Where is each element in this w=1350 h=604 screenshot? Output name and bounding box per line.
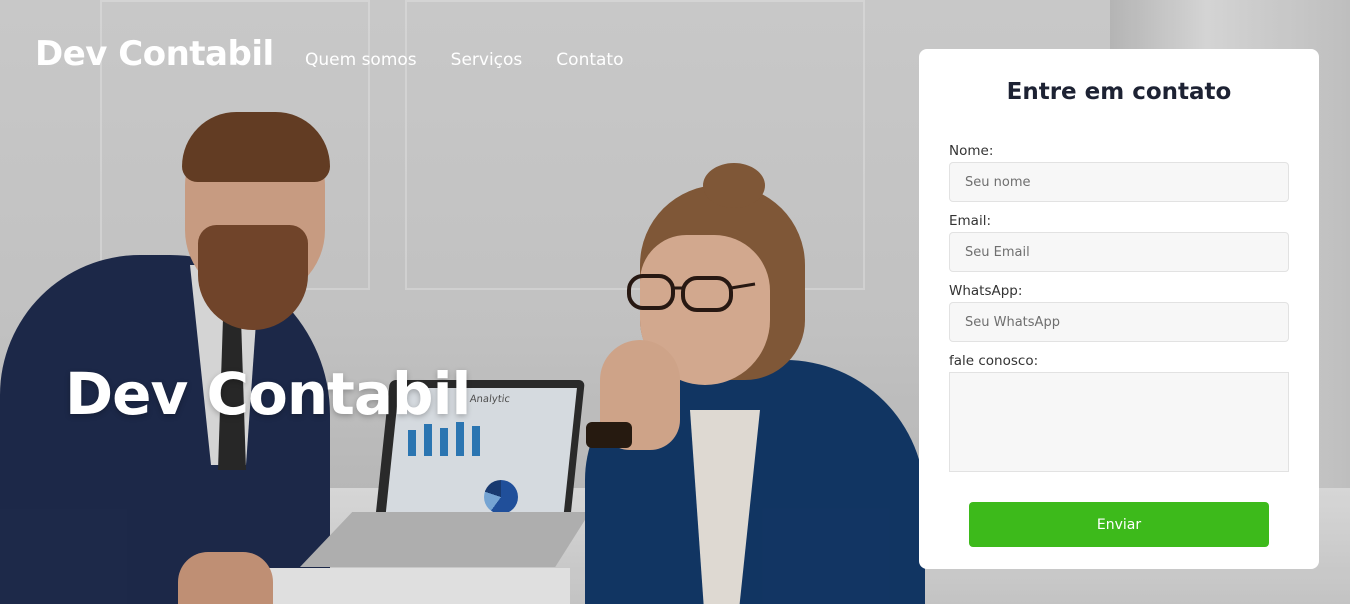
contact-card: Entre em contato Nome: Email: WhatsApp: … bbox=[919, 49, 1319, 569]
contact-form: Nome: Email: WhatsApp: fale conosco: Env… bbox=[949, 143, 1289, 547]
site-logo[interactable]: Dev Contabil bbox=[35, 34, 274, 74]
message-textarea[interactable] bbox=[949, 372, 1289, 472]
email-field[interactable] bbox=[949, 232, 1289, 272]
contact-card-title: Entre em contato bbox=[1006, 79, 1232, 105]
email-label: Email: bbox=[949, 213, 992, 229]
message-label: fale conosco: bbox=[949, 353, 1039, 369]
main-nav: Quem somos Serviços Contato bbox=[305, 50, 624, 70]
nav-link-contato[interactable]: Contato bbox=[556, 50, 623, 70]
whatsapp-label: WhatsApp: bbox=[949, 283, 1023, 299]
nav-link-quem-somos[interactable]: Quem somos bbox=[305, 50, 417, 70]
nav-link-servicos[interactable]: Serviços bbox=[451, 50, 523, 70]
name-label: Nome: bbox=[949, 143, 994, 159]
name-field[interactable] bbox=[949, 162, 1289, 202]
hero-title: Dev Contabil bbox=[65, 360, 471, 428]
submit-button[interactable]: Enviar bbox=[969, 502, 1269, 547]
whatsapp-field[interactable] bbox=[949, 302, 1289, 342]
